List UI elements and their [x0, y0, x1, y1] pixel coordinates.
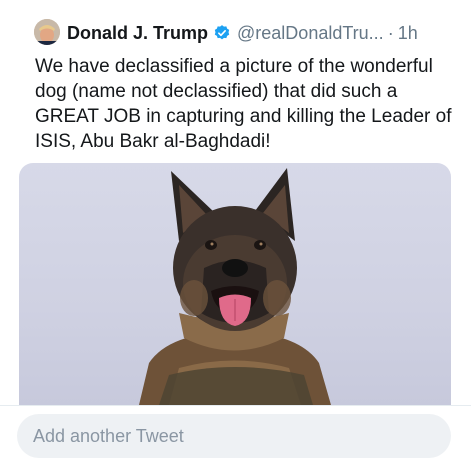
avatar-image [34, 19, 60, 45]
avatar[interactable] [34, 19, 60, 45]
verified-badge-icon [214, 25, 230, 40]
add-tweet-input[interactable]: Add another Tweet [17, 414, 451, 458]
timestamp[interactable]: 1h [398, 23, 418, 44]
dog-photo [139, 168, 331, 405]
author-name[interactable]: Donald J. Trump [67, 23, 208, 44]
separator-dot: · [387, 22, 394, 43]
tweet-header: Donald J. Trump @realDonaldTru... · 1h [67, 19, 418, 47]
tweet-text: We have declassified a picture of the wo… [35, 56, 452, 152]
tweet-image[interactable] [19, 163, 451, 405]
tweet[interactable]: Donald J. Trump @realDonaldTru... · 1h W… [0, 0, 471, 406]
author-handle[interactable]: @realDonaldTru... [237, 23, 384, 44]
add-tweet-placeholder: Add another Tweet [33, 426, 184, 446]
